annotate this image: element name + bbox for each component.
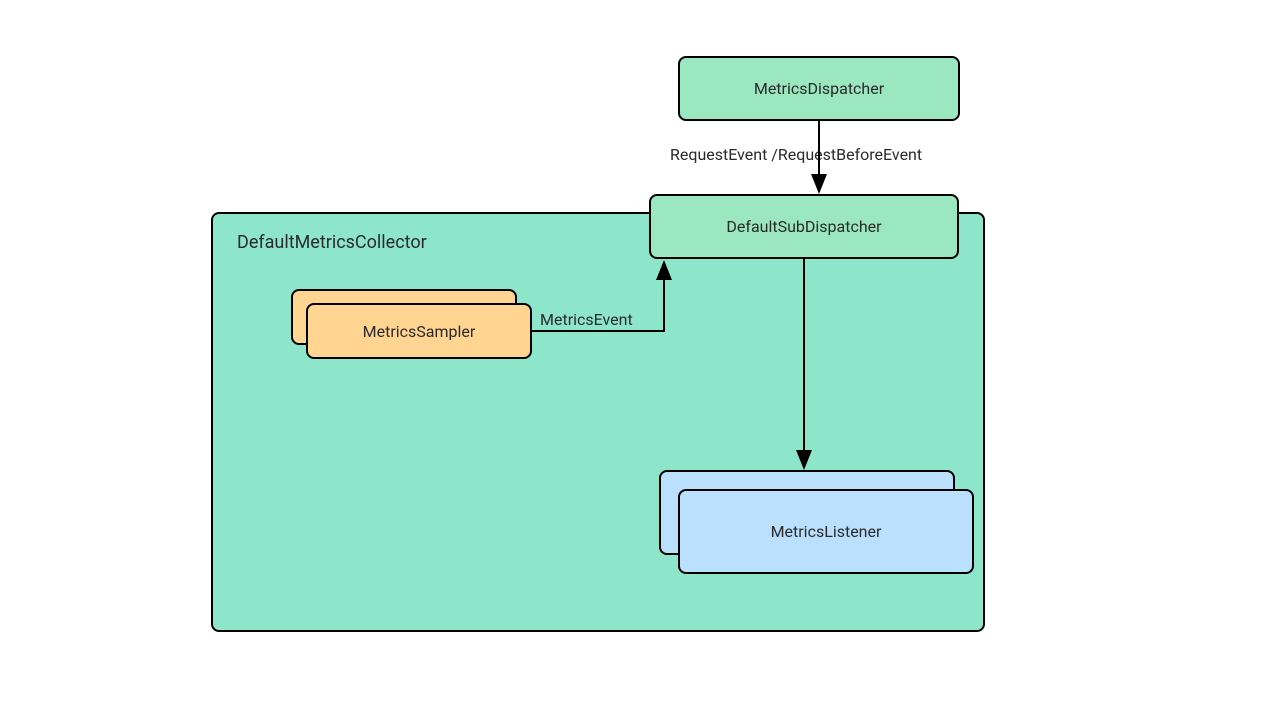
- metrics-listener-box: MetricsListener: [678, 489, 974, 574]
- default-metrics-collector-label: DefaultMetricsCollector: [237, 232, 427, 253]
- metrics-event-label: MetricsEvent: [540, 310, 633, 329]
- metrics-sampler-label: MetricsSampler: [363, 322, 476, 341]
- metrics-sampler-box: MetricsSampler: [306, 303, 532, 359]
- default-sub-dispatcher-box: DefaultSubDispatcher: [649, 194, 959, 259]
- metrics-dispatcher-box: MetricsDispatcher: [678, 56, 960, 121]
- metrics-dispatcher-label: MetricsDispatcher: [754, 79, 884, 98]
- diagram-root: DefaultMetricsCollector MetricsDispatche…: [0, 0, 1275, 702]
- default-sub-dispatcher-label: DefaultSubDispatcher: [726, 217, 881, 236]
- request-event-label: RequestEvent /RequestBeforeEvent: [670, 145, 922, 164]
- metrics-listener-label: MetricsListener: [771, 522, 882, 541]
